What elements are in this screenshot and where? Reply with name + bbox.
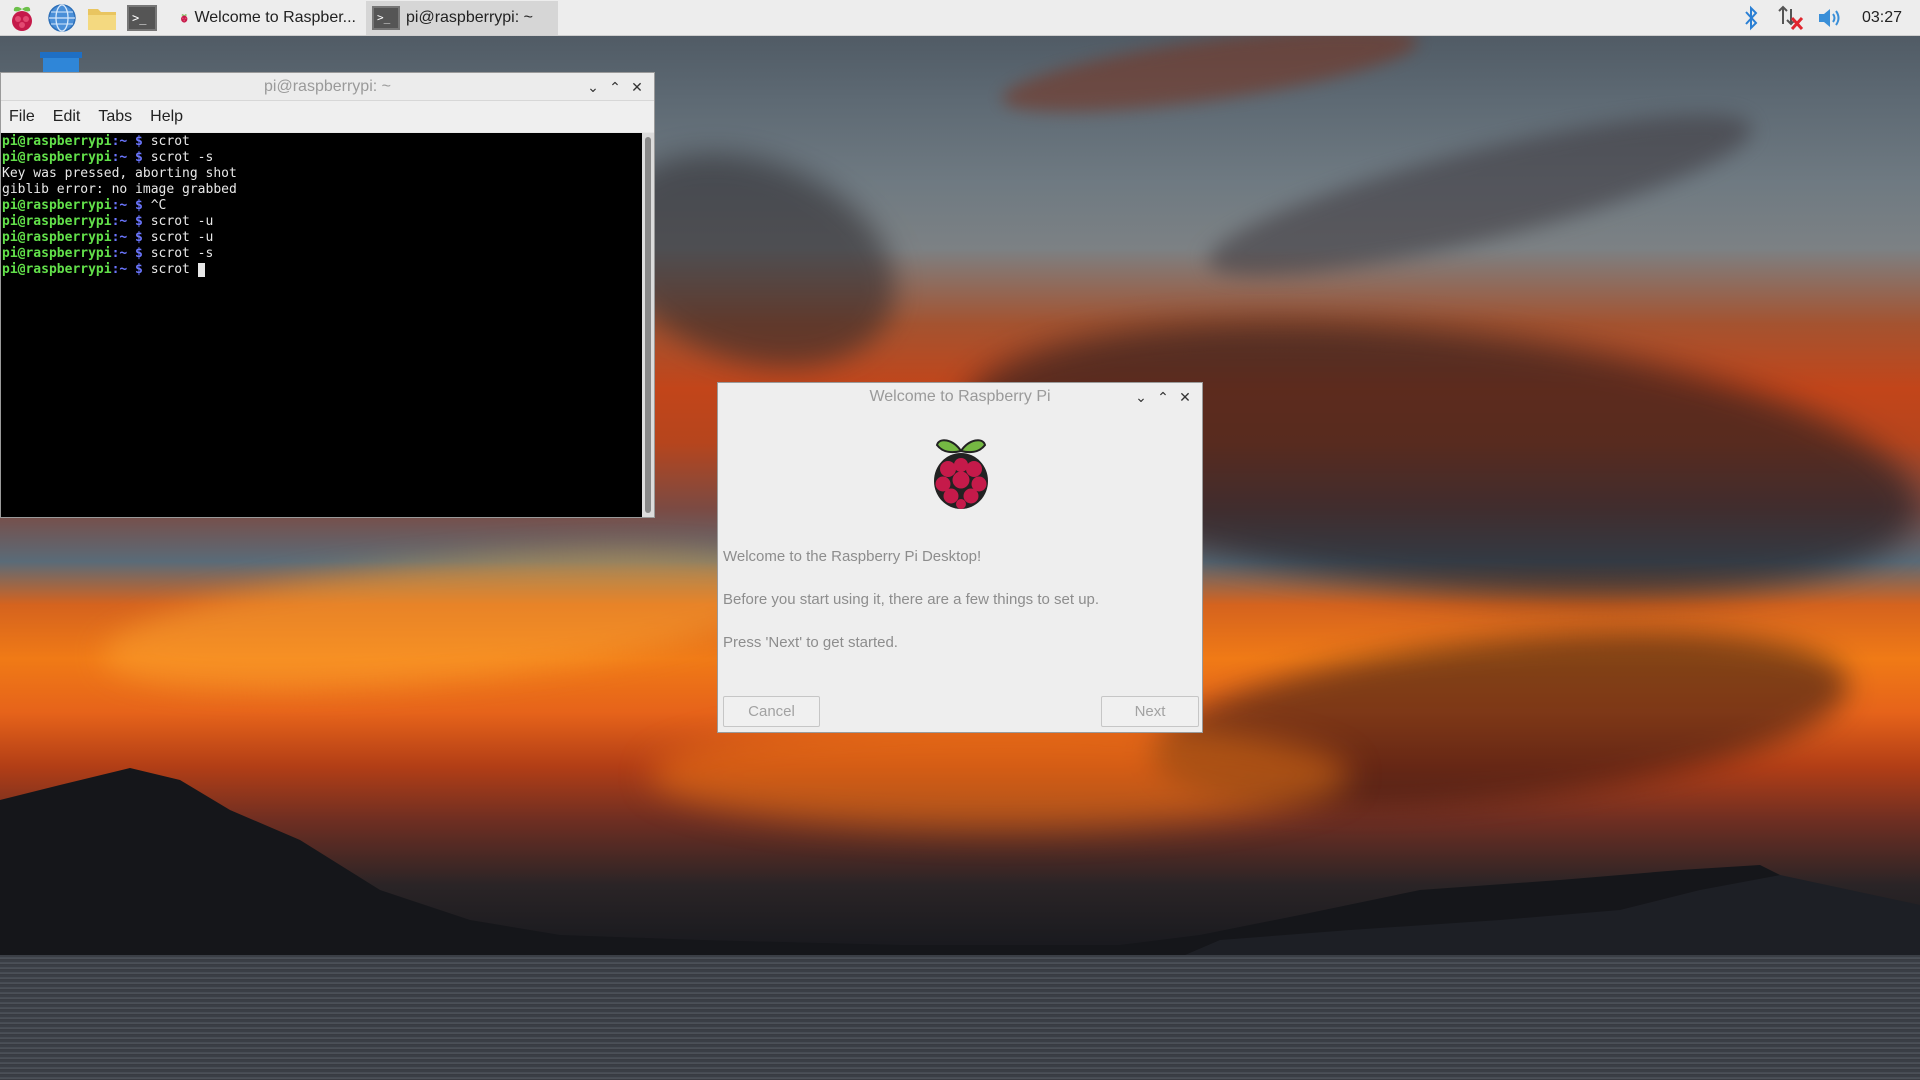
task-terminal[interactable]: >_ pi@raspberrypi: ~	[366, 0, 558, 35]
web-browser-launcher[interactable]	[44, 0, 80, 36]
terminal-launcher[interactable]: >_	[124, 0, 160, 36]
task-welcome[interactable]: Welcome to Raspber...	[174, 1, 362, 35]
trash-icon[interactable]	[40, 50, 82, 72]
terminal-title: pi@raspberrypi: ~	[264, 77, 391, 95]
network-button[interactable]	[1774, 0, 1808, 36]
bluetooth-icon	[1745, 5, 1758, 31]
terminal-icon: >_	[372, 5, 400, 30]
system-tray: 03:27	[1728, 0, 1920, 36]
close-button[interactable]: ✕	[1174, 389, 1196, 406]
minimize-button[interactable]: ⌄	[582, 79, 604, 96]
raspberry-menu-icon	[12, 6, 32, 31]
minimize-button[interactable]: ⌄	[1130, 389, 1152, 406]
prompt-user: pi@raspberrypi	[2, 246, 112, 261]
next-button[interactable]: Next	[1101, 696, 1199, 727]
mountains-silhouette	[0, 768, 1920, 970]
task-terminal-label: pi@raspberrypi: ~	[406, 8, 533, 26]
menu-file[interactable]: File	[9, 108, 35, 126]
clock[interactable]: 03:27	[1862, 9, 1902, 27]
raspberry-pi-logo-icon	[934, 439, 988, 509]
terminal-output-line: Key was pressed, aborting shot	[2, 166, 237, 181]
welcome-titlebar[interactable]: Welcome to Raspberry Pi ⌄ ⌃ ✕	[718, 383, 1202, 411]
prompt-user: pi@raspberrypi	[2, 262, 112, 277]
terminal-scrollbar[interactable]	[642, 133, 654, 517]
prompt-user: pi@raspberrypi	[2, 150, 112, 165]
terminal-titlebar[interactable]: pi@raspberrypi: ~ ⌄ ⌃ ✕	[1, 73, 654, 101]
scrollbar-thumb[interactable]	[645, 137, 651, 513]
prompt-user: pi@raspberrypi	[2, 198, 112, 213]
sea	[0, 955, 1920, 1080]
terminal-command-line: pi@raspberrypi:~ $ scrot	[2, 262, 643, 278]
prompt-user: pi@raspberrypi	[2, 134, 112, 149]
close-button[interactable]: ✕	[626, 79, 648, 96]
terminal-icon: >_	[127, 4, 157, 31]
prompt-path: :~ $	[111, 134, 143, 149]
welcome-title: Welcome to Raspberry Pi	[869, 388, 1051, 405]
prompt-path: :~ $	[111, 214, 143, 229]
command-text: scrot -u	[142, 214, 214, 229]
command-text: ^C	[142, 198, 167, 213]
file-manager-launcher[interactable]	[84, 0, 120, 36]
taskbar: >_ Welcome to Raspber... >_ pi@raspberry…	[0, 0, 1920, 36]
prompt-path: :~ $	[111, 230, 143, 245]
terminal-menubar: File Edit Tabs Help	[1, 101, 654, 132]
bluetooth-button[interactable]	[1734, 0, 1768, 36]
welcome-instruction: Press 'Next' to get started.	[723, 634, 898, 651]
maximize-button[interactable]: ⌃	[1152, 389, 1174, 406]
welcome-intro: Before you start using it, there are a f…	[723, 591, 1100, 608]
volume-icon	[1818, 9, 1840, 27]
terminal-output-line: giblib error: no image grabbed	[2, 182, 237, 197]
menu-help[interactable]: Help	[150, 108, 183, 126]
command-text: scrot -u	[142, 230, 214, 245]
menu-edit[interactable]: Edit	[53, 108, 81, 126]
welcome-dialog: Welcome to Raspberry Pi ⌄ ⌃ ✕ Welcome to…	[717, 382, 1203, 733]
terminal-command-line: pi@raspberrypi:~ $ scrot -u	[2, 214, 643, 230]
terminal-cursor	[197, 262, 205, 277]
prompt-user: pi@raspberrypi	[2, 230, 112, 245]
terminal-command-line: pi@raspberrypi:~ $ scrot -s	[2, 150, 643, 166]
terminal-command-line: pi@raspberrypi:~ $ ^C	[2, 198, 643, 214]
prompt-path: :~ $	[111, 262, 143, 277]
menu-tabs[interactable]: Tabs	[98, 108, 132, 126]
command-text: scrot -s	[142, 150, 214, 165]
prompt-user: pi@raspberrypi	[2, 214, 112, 229]
terminal-command-line: pi@raspberrypi:~ $ scrot -u	[2, 230, 643, 246]
web-browser-icon	[48, 3, 76, 32]
prompt-path: :~ $	[111, 150, 143, 165]
raspberry-menu-button[interactable]	[4, 0, 40, 36]
terminal-command-line: pi@raspberrypi:~ $ scrot	[2, 134, 643, 150]
prompt-path: :~ $	[111, 198, 143, 213]
task-welcome-label: Welcome to Raspber...	[194, 8, 356, 26]
command-text: scrot	[142, 262, 198, 277]
network-disconnected-icon	[1778, 5, 1804, 31]
terminal-command-line: pi@raspberrypi:~ $ scrot -s	[2, 246, 643, 262]
command-text: scrot -s	[142, 246, 214, 261]
terminal-window: pi@raspberrypi: ~ ⌄ ⌃ ✕ File Edit Tabs H…	[0, 72, 655, 518]
raspberry-icon	[181, 13, 188, 23]
welcome-heading: Welcome to the Raspberry Pi Desktop!	[723, 548, 982, 565]
command-text: scrot	[142, 134, 190, 149]
cancel-button[interactable]: Cancel	[723, 696, 820, 727]
file-manager-icon	[88, 8, 116, 30]
terminal-output[interactable]: pi@raspberrypi:~ $ scrot pi@raspberrypi:~…	[1, 133, 644, 517]
maximize-button[interactable]: ⌃	[604, 79, 626, 96]
prompt-path: :~ $	[111, 246, 143, 261]
volume-button[interactable]	[1814, 0, 1848, 36]
